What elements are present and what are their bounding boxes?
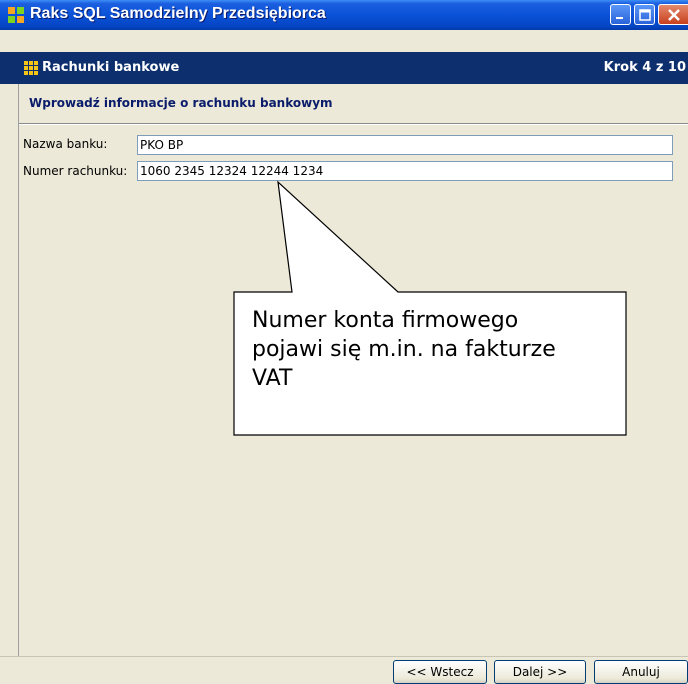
wizard-window: Raks SQL Samodzielny Przedsiębiorca Rach… xyxy=(0,0,688,684)
callout-line-2: pojawi się m.in. na fakturze xyxy=(252,337,556,362)
callout-text: Numer konta firmowego pojawi się m.in. n… xyxy=(252,306,622,393)
callout-line-1: Numer konta firmowego xyxy=(252,308,519,333)
callout-line-3: VAT xyxy=(252,366,293,391)
